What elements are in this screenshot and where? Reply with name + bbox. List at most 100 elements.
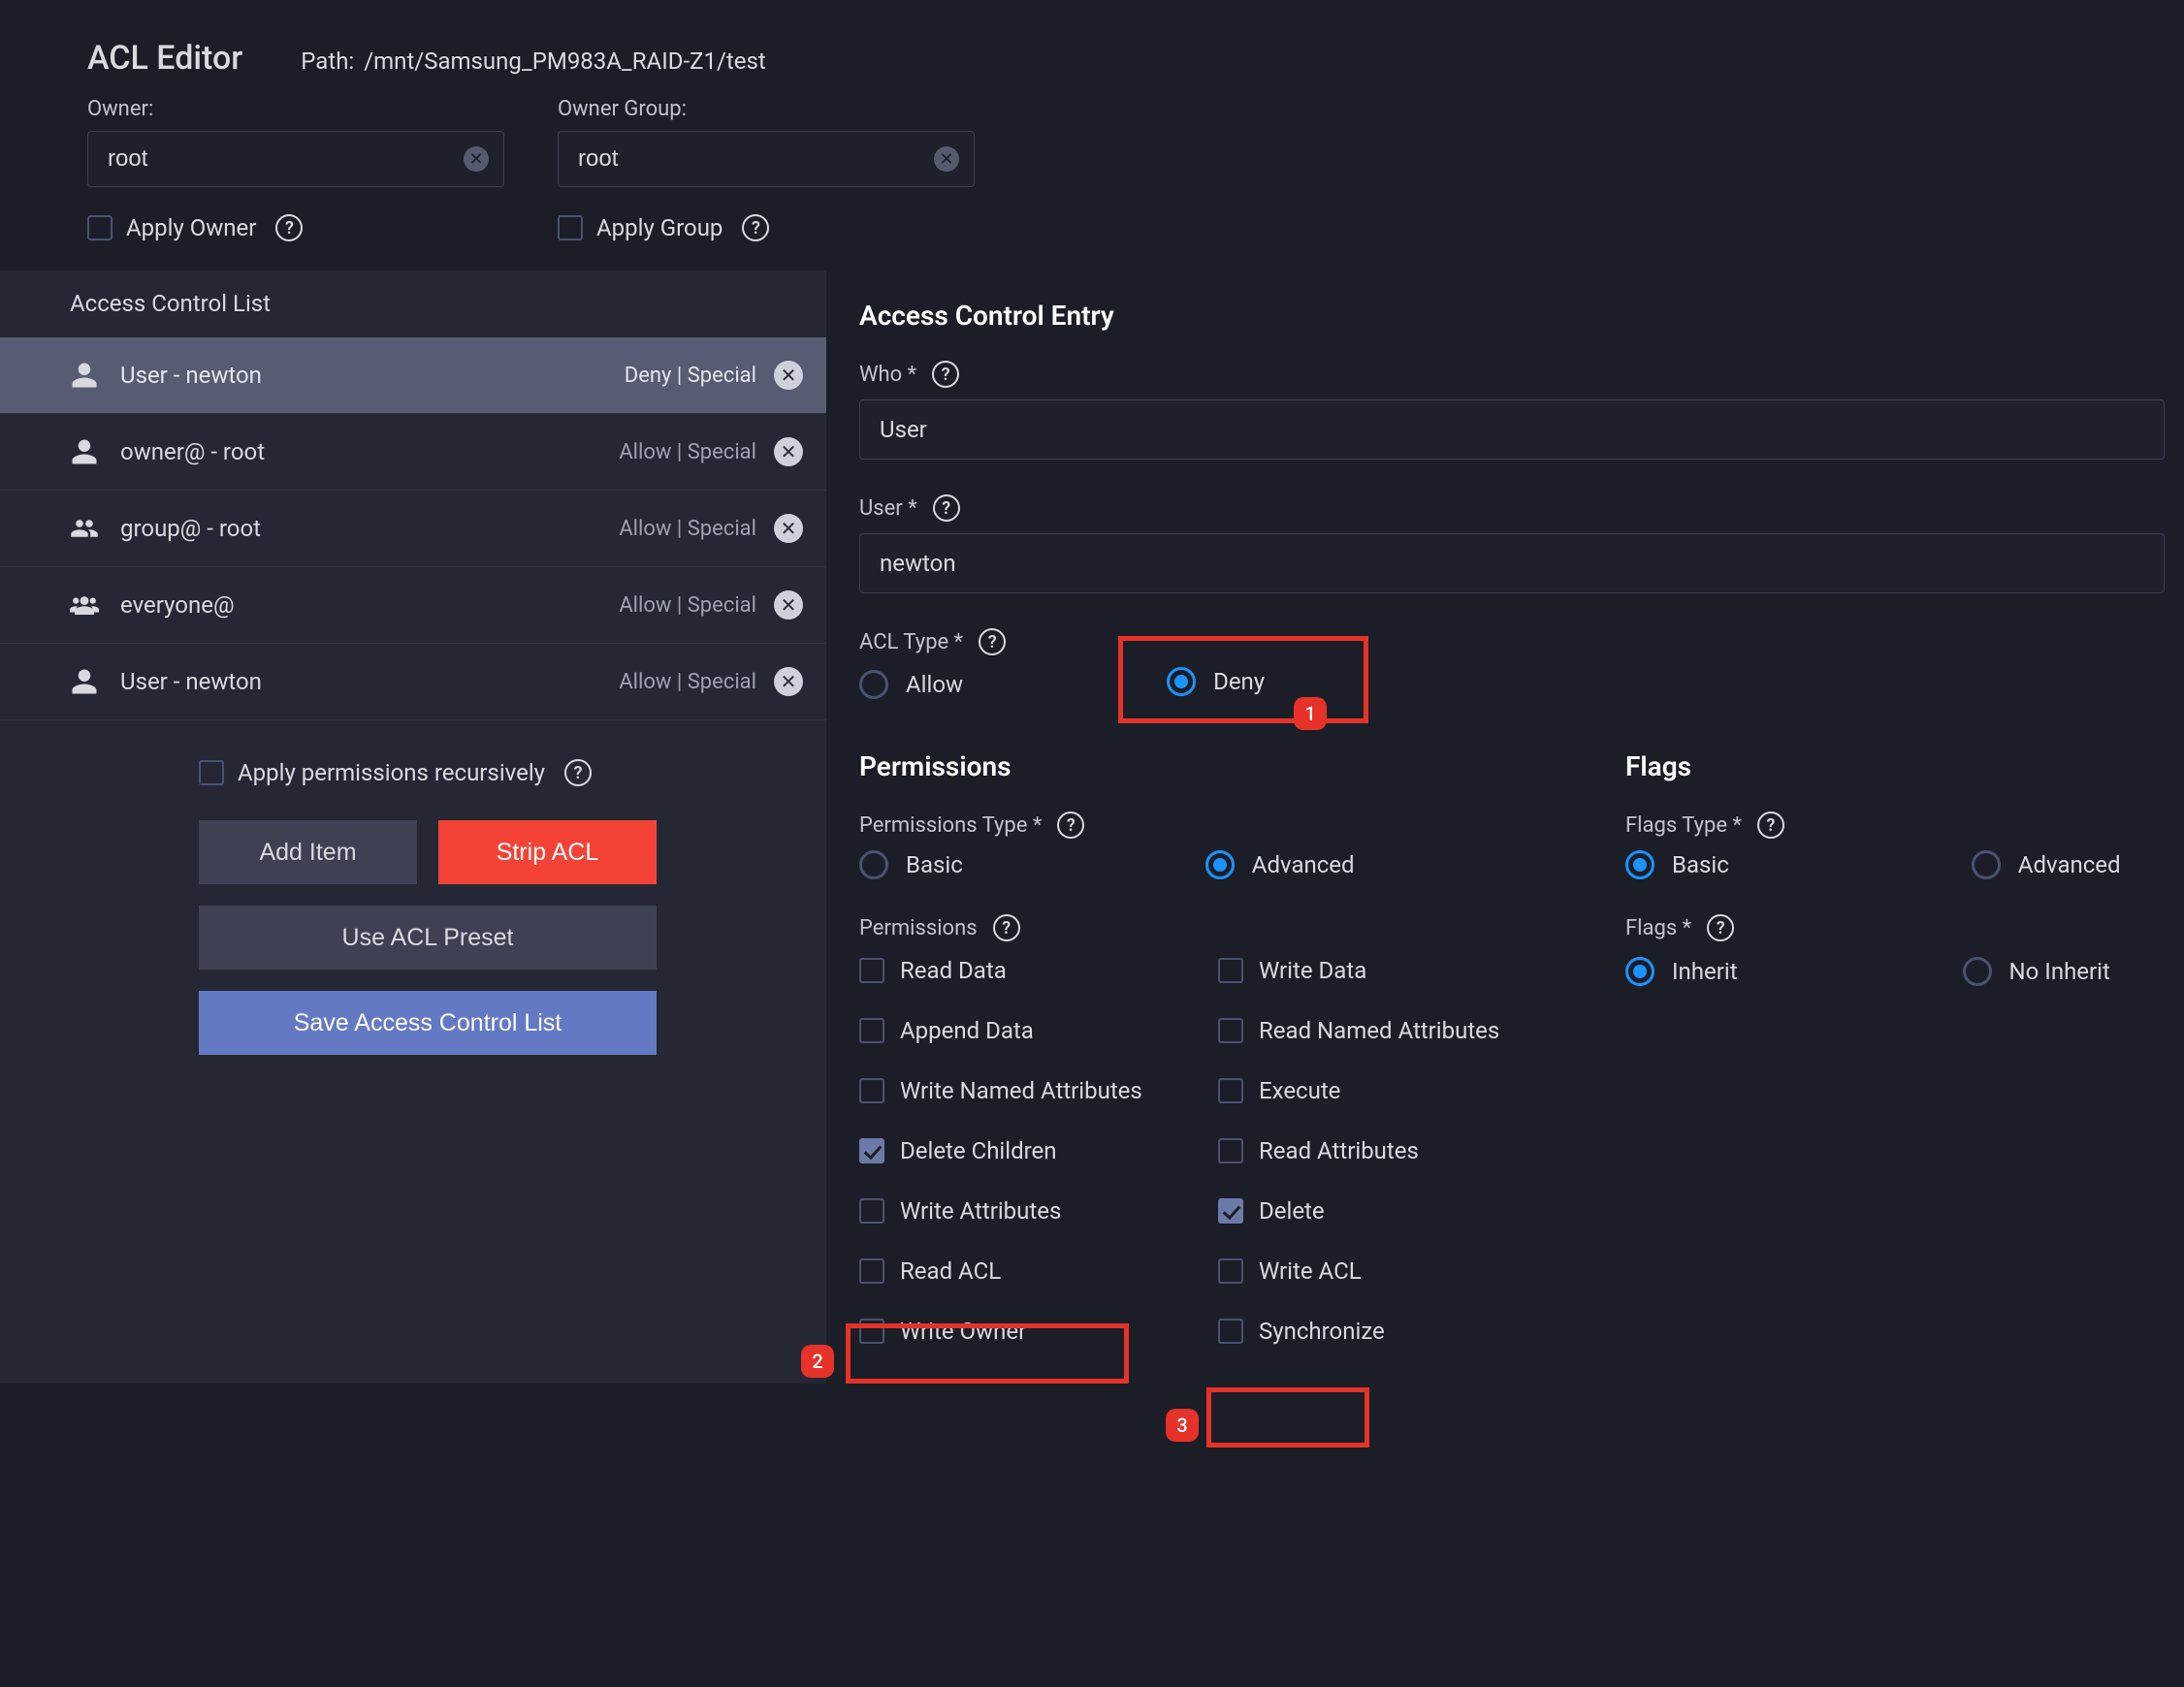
acl-list-panel: Access Control List User - newton Deny |… bbox=[0, 271, 826, 1384]
acl-item-label: everyone@ bbox=[120, 591, 235, 619]
permission-write_attributes-label: Write Attributes bbox=[900, 1197, 1061, 1225]
permission-read_named_attr-label: Read Named Attributes bbox=[1259, 1017, 1499, 1044]
remove-acl-item-icon[interactable]: ✕ bbox=[774, 667, 803, 696]
permission-synchronize-label: Synchronize bbox=[1259, 1318, 1385, 1345]
permissions-title: Permissions bbox=[859, 750, 1616, 782]
acl-item-label: owner@ - root bbox=[120, 438, 265, 465]
apply-group-checkbox[interactable] bbox=[558, 215, 583, 240]
help-icon[interactable]: ? bbox=[564, 759, 592, 786]
permission-write_attributes: Write Attributes bbox=[859, 1197, 1218, 1225]
permission-write_owner: Write Owner bbox=[859, 1318, 1218, 1345]
flags-type-basic-radio[interactable]: Basic bbox=[1625, 850, 1729, 879]
person-icon bbox=[70, 361, 99, 390]
acl-type-label: ACL Type bbox=[859, 630, 963, 654]
permission-delete-checkbox[interactable] bbox=[1218, 1198, 1243, 1224]
who-select[interactable]: User bbox=[859, 399, 2165, 460]
help-icon[interactable]: ? bbox=[932, 361, 959, 388]
acl-item-summary: Allow | Special bbox=[619, 670, 756, 694]
permission-execute-checkbox[interactable] bbox=[1218, 1078, 1243, 1103]
use-acl-preset-button[interactable]: Use ACL Preset bbox=[199, 906, 657, 970]
permission-delete_children-checkbox[interactable] bbox=[859, 1138, 884, 1163]
person-icon bbox=[70, 437, 99, 466]
permission-read_named_attr-checkbox[interactable] bbox=[1218, 1018, 1243, 1043]
flags-no-inherit-radio[interactable]: No Inherit bbox=[1963, 957, 2110, 986]
apply-owner-label: Apply Owner bbox=[126, 214, 256, 241]
flags-type-advanced-radio[interactable]: Advanced bbox=[1972, 850, 2121, 879]
permission-write_named_attr: Write Named Attributes bbox=[859, 1077, 1218, 1104]
strip-acl-button[interactable]: Strip ACL bbox=[438, 820, 657, 884]
owner-input[interactable] bbox=[87, 131, 504, 187]
help-icon[interactable]: ? bbox=[742, 214, 769, 241]
permissions-type-label: Permissions Type bbox=[859, 813, 1042, 838]
permissions-type-advanced-radio[interactable]: Advanced bbox=[1205, 850, 1355, 879]
acl-item[interactable]: group@ - root Allow | Special ✕ bbox=[0, 491, 826, 567]
ace-panel: Access Control Entry Who ? User User ? n… bbox=[826, 271, 2184, 1384]
acl-item[interactable]: everyone@ Allow | Special ✕ bbox=[0, 567, 826, 644]
remove-acl-item-icon[interactable]: ✕ bbox=[774, 590, 803, 620]
permission-read_attributes: Read Attributes bbox=[1218, 1137, 1577, 1164]
permission-delete: Delete bbox=[1218, 1197, 1577, 1225]
apply-recursive-label: Apply permissions recursively bbox=[238, 759, 545, 786]
acl-item[interactable]: User - newton Allow | Special ✕ bbox=[0, 644, 826, 720]
annotation-badge-1: 1 bbox=[1294, 697, 1327, 730]
permission-read_attributes-label: Read Attributes bbox=[1259, 1137, 1419, 1164]
apply-owner-checkbox[interactable] bbox=[87, 215, 112, 240]
path-value: /mnt/Samsung_PM983A_RAID-Z1/test bbox=[364, 48, 765, 75]
remove-acl-item-icon[interactable]: ✕ bbox=[774, 514, 803, 543]
apply-group-label: Apply Group bbox=[596, 214, 723, 241]
help-icon[interactable]: ? bbox=[993, 914, 1020, 941]
user-label: User bbox=[859, 496, 917, 521]
groups-icon bbox=[70, 590, 99, 620]
help-icon[interactable]: ? bbox=[933, 494, 960, 522]
help-icon[interactable]: ? bbox=[979, 628, 1006, 655]
acl-item-label: User - newton bbox=[120, 362, 262, 389]
acl-item[interactable]: User - newton Deny | Special ✕ bbox=[0, 337, 826, 414]
acl-item-summary: Allow | Special bbox=[619, 440, 756, 464]
owner-clear-icon[interactable]: ✕ bbox=[464, 146, 489, 172]
allow-label: Allow bbox=[906, 671, 963, 698]
add-item-button[interactable]: Add Item bbox=[199, 820, 417, 884]
owner-group-input[interactable] bbox=[558, 131, 975, 187]
help-icon[interactable]: ? bbox=[1057, 812, 1084, 839]
permission-synchronize-checkbox[interactable] bbox=[1218, 1319, 1243, 1344]
ace-title: Access Control Entry bbox=[859, 300, 2165, 332]
owner-group-clear-icon[interactable]: ✕ bbox=[934, 146, 959, 172]
acl-item-summary: Allow | Special bbox=[619, 517, 756, 541]
permission-write_data-label: Write Data bbox=[1259, 957, 1366, 984]
permission-write_acl-checkbox[interactable] bbox=[1218, 1258, 1243, 1284]
acl-type-deny-radio[interactable]: Deny bbox=[1167, 667, 1265, 696]
permission-read_data: Read Data bbox=[859, 957, 1218, 984]
permission-synchronize: Synchronize bbox=[1218, 1318, 1577, 1345]
who-label: Who bbox=[859, 363, 916, 387]
permissions-type-basic-radio[interactable]: Basic bbox=[859, 850, 963, 879]
remove-acl-item-icon[interactable]: ✕ bbox=[774, 361, 803, 390]
permissions-list-label: Permissions bbox=[859, 916, 978, 940]
save-acl-button[interactable]: Save Access Control List bbox=[199, 991, 657, 1055]
permission-append_data-label: Append Data bbox=[900, 1017, 1034, 1044]
remove-acl-item-icon[interactable]: ✕ bbox=[774, 437, 803, 466]
permission-read_acl: Read ACL bbox=[859, 1257, 1218, 1285]
group-icon bbox=[70, 514, 99, 543]
permission-write_named_attr-checkbox[interactable] bbox=[859, 1078, 884, 1103]
permission-read_attributes-checkbox[interactable] bbox=[1218, 1138, 1243, 1163]
user-select[interactable]: newton bbox=[859, 533, 2165, 593]
acl-editor-header: ACL Editor Path: /mnt/Samsung_PM983A_RAI… bbox=[0, 10, 2184, 271]
apply-recursive-checkbox[interactable] bbox=[199, 760, 224, 785]
flags-inherit-radio[interactable]: Inherit bbox=[1625, 957, 1738, 986]
acl-item-label: User - newton bbox=[120, 668, 262, 695]
permission-write_owner-checkbox[interactable] bbox=[859, 1319, 884, 1344]
permission-read_data-checkbox[interactable] bbox=[859, 958, 884, 983]
help-icon[interactable]: ? bbox=[275, 214, 303, 241]
permission-read_acl-checkbox[interactable] bbox=[859, 1258, 884, 1284]
help-icon[interactable]: ? bbox=[1757, 812, 1784, 839]
permission-append_data-checkbox[interactable] bbox=[859, 1018, 884, 1043]
permission-write_named_attr-label: Write Named Attributes bbox=[900, 1077, 1142, 1104]
permission-write_data-checkbox[interactable] bbox=[1218, 958, 1243, 983]
help-icon[interactable]: ? bbox=[1707, 914, 1734, 941]
acl-item[interactable]: owner@ - root Allow | Special ✕ bbox=[0, 414, 826, 491]
permission-write_attributes-checkbox[interactable] bbox=[859, 1198, 884, 1224]
person-icon bbox=[70, 667, 99, 696]
acl-type-allow-radio[interactable]: Allow bbox=[859, 670, 963, 699]
path-display: Path: /mnt/Samsung_PM983A_RAID-Z1/test bbox=[301, 48, 765, 75]
permission-write_data: Write Data bbox=[1218, 957, 1577, 984]
